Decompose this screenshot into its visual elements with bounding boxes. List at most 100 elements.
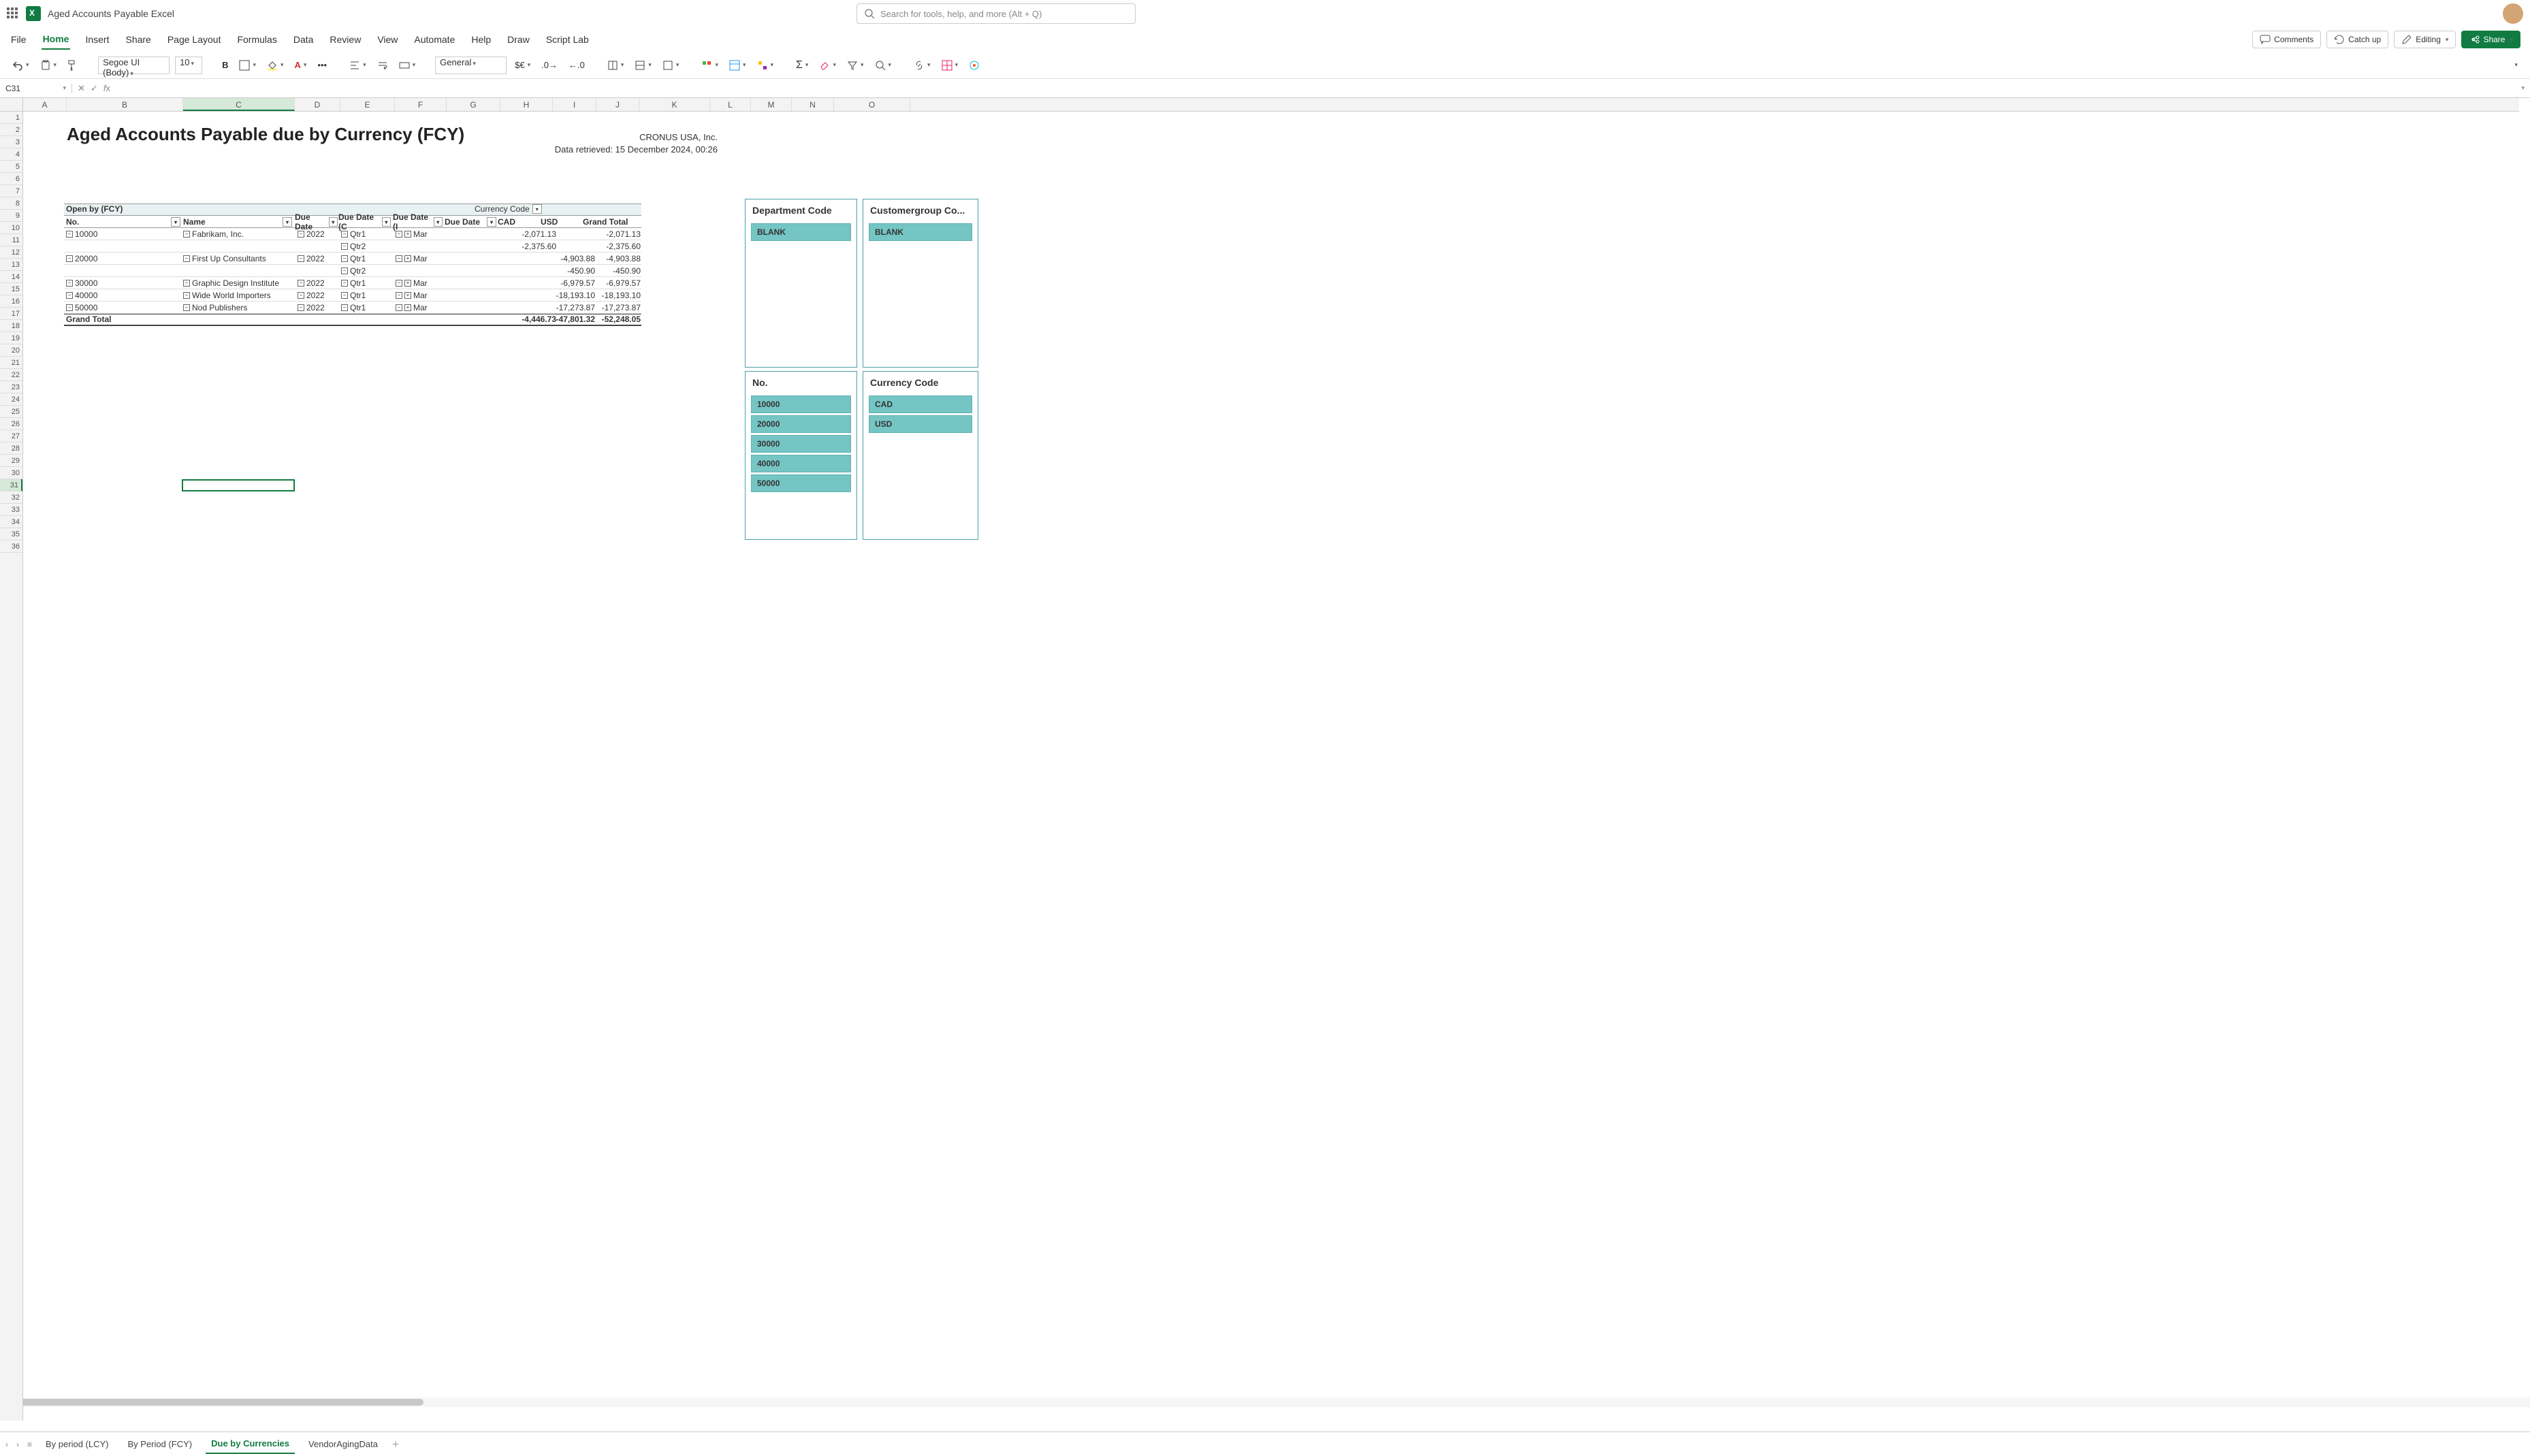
column-header[interactable]: D	[295, 98, 340, 111]
link-button[interactable]	[911, 57, 933, 74]
expand-icon[interactable]: +	[404, 304, 411, 311]
collapse-icon[interactable]: −	[341, 255, 348, 262]
menu-formulas[interactable]: Formulas	[236, 30, 278, 49]
hdr-due-date-2[interactable]: Due Date	[445, 217, 480, 227]
row-header[interactable]: 33	[0, 504, 22, 516]
font-color-button[interactable]: A	[292, 57, 310, 73]
collapse-icon[interactable]: −	[66, 304, 73, 311]
column-header[interactable]: H	[500, 98, 553, 111]
font-name-select[interactable]: Segoe UI (Body)	[98, 56, 170, 74]
format-cells-button[interactable]	[660, 57, 682, 74]
collapse-icon[interactable]: −	[396, 292, 402, 299]
collapse-icon[interactable]: −	[183, 231, 190, 238]
row-header[interactable]: 31	[0, 479, 22, 491]
align-button[interactable]	[347, 57, 369, 74]
ribbon-collapse-button[interactable]	[2510, 59, 2520, 71]
add-sheet-button[interactable]: ＋	[391, 1438, 400, 1450]
expand-formula-bar-button[interactable]: ▾	[2516, 84, 2530, 92]
menu-draw[interactable]: Draw	[506, 30, 531, 49]
collapse-icon[interactable]: −	[183, 255, 190, 262]
collapse-icon[interactable]: −	[341, 243, 348, 250]
column-header[interactable]: A	[23, 98, 67, 111]
menu-review[interactable]: Review	[328, 30, 362, 49]
row-header[interactable]: 24	[0, 393, 22, 406]
collapse-icon[interactable]: −	[66, 231, 73, 238]
row-header[interactable]: 26	[0, 418, 22, 430]
table-tools-button[interactable]	[939, 57, 961, 74]
sheet-tab[interactable]: VendorAgingData	[303, 1435, 383, 1453]
slicer-item[interactable]: BLANK	[869, 223, 972, 241]
row-header[interactable]: 11	[0, 234, 22, 246]
menu-page-layout[interactable]: Page Layout	[166, 30, 223, 49]
next-sheet-button[interactable]: ›	[16, 1440, 19, 1449]
slicer-item[interactable]: USD	[869, 415, 972, 433]
share-button[interactable]: Share	[2461, 31, 2520, 48]
collapse-icon[interactable]: −	[183, 304, 190, 311]
row-header[interactable]: 22	[0, 369, 22, 381]
filter-dropdown-icon[interactable]: ▾	[171, 217, 180, 227]
catch-up-button[interactable]: Catch up	[2326, 31, 2388, 48]
row-header[interactable]: 25	[0, 406, 22, 418]
collapse-icon[interactable]: −	[341, 268, 348, 274]
collapse-icon[interactable]: −	[341, 304, 348, 311]
collapse-icon[interactable]: −	[66, 255, 73, 262]
search-input[interactable]: Search for tools, help, and more (Alt + …	[856, 3, 1136, 24]
find-button[interactable]	[872, 57, 895, 74]
row-header[interactable]: 30	[0, 467, 22, 479]
row-header[interactable]: 34	[0, 516, 22, 528]
collapse-icon[interactable]: −	[396, 231, 402, 238]
collapse-icon[interactable]: −	[298, 304, 304, 311]
row-header[interactable]: 14	[0, 271, 22, 283]
wrap-text-button[interactable]	[374, 57, 391, 74]
collapse-icon[interactable]: −	[396, 280, 402, 287]
currency-button[interactable]: $€	[512, 57, 533, 73]
collapse-icon[interactable]: −	[341, 231, 348, 238]
menu-share[interactable]: Share	[124, 30, 152, 49]
row-header[interactable]: 32	[0, 491, 22, 504]
sheet-tab[interactable]: By Period (FCY)	[123, 1435, 198, 1453]
row-header[interactable]: 23	[0, 381, 22, 393]
menu-script-lab[interactable]: Script Lab	[545, 30, 590, 49]
column-header[interactable]: L	[710, 98, 751, 111]
name-box[interactable]: C31 ▾	[0, 84, 72, 93]
number-format-select[interactable]: General	[435, 56, 507, 74]
row-header[interactable]: 13	[0, 259, 22, 271]
currency-code-header[interactable]: Currency Code ▾	[475, 204, 542, 214]
row-header[interactable]: 35	[0, 528, 22, 540]
row-header[interactable]: 36	[0, 540, 22, 553]
row-header[interactable]: 1	[0, 112, 22, 124]
filter-dropdown-icon[interactable]: ▾	[434, 217, 443, 227]
editing-mode-button[interactable]: Editing	[2394, 31, 2456, 48]
column-header[interactable]: N	[792, 98, 834, 111]
sheet-tab[interactable]: By period (LCY)	[40, 1435, 114, 1453]
paste-button[interactable]	[37, 57, 60, 74]
row-header[interactable]: 8	[0, 197, 22, 210]
collapse-icon[interactable]: −	[396, 255, 402, 262]
collapse-icon[interactable]: −	[183, 280, 190, 287]
clear-button[interactable]	[816, 57, 839, 74]
slicer-item[interactable]: 20000	[751, 415, 851, 433]
insert-cells-button[interactable]	[605, 57, 627, 74]
filter-dropdown-icon[interactable]: ▾	[329, 217, 338, 227]
bold-button[interactable]: B	[219, 57, 231, 73]
accept-formula-button[interactable]: ✓	[91, 83, 98, 94]
menu-home[interactable]: Home	[42, 29, 71, 50]
slicer-item[interactable]: 40000	[751, 455, 851, 472]
filter-dropdown-icon[interactable]: ▾	[382, 217, 391, 227]
menu-data[interactable]: Data	[292, 30, 315, 49]
menu-file[interactable]: File	[10, 30, 28, 49]
cancel-formula-button[interactable]: ✕	[78, 83, 85, 94]
collapse-icon[interactable]: −	[396, 304, 402, 311]
slicer-item[interactable]: CAD	[869, 395, 972, 413]
increase-decimal-button[interactable]: .0→	[539, 57, 560, 73]
horizontal-scrollbar[interactable]	[0, 1397, 2530, 1407]
column-header[interactable]: I	[553, 98, 596, 111]
column-header[interactable]: K	[639, 98, 710, 111]
row-header[interactable]: 3	[0, 136, 22, 148]
row-header[interactable]: 20	[0, 344, 22, 357]
column-header[interactable]: F	[395, 98, 447, 111]
column-header[interactable]: E	[340, 98, 395, 111]
slicer-currency-code[interactable]: Currency Code CAD USD	[863, 371, 978, 540]
slicer-item[interactable]: 30000	[751, 435, 851, 453]
collapse-icon[interactable]: −	[66, 280, 73, 287]
